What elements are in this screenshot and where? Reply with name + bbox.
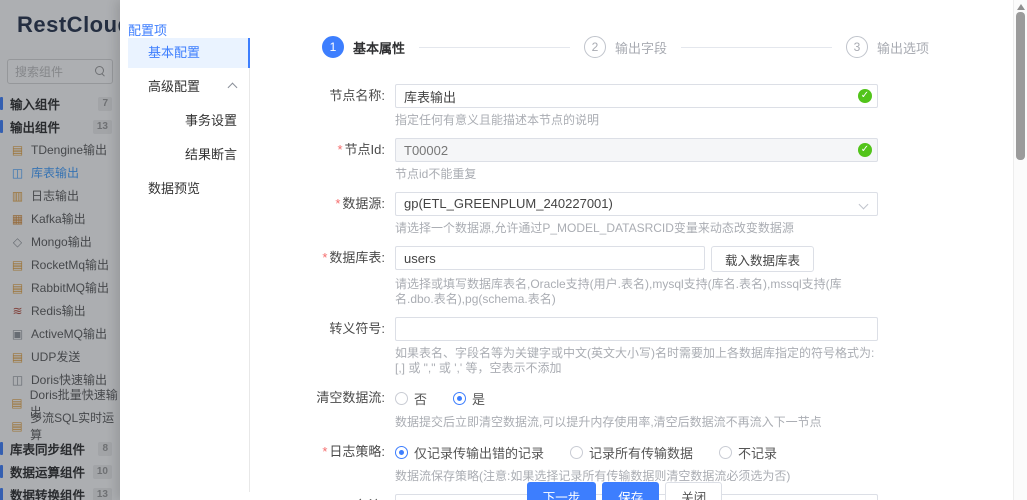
step-connector xyxy=(419,46,570,48)
datasource-help: 请选择一个数据源,允许通过P_MODEL_DATASRCID变量来动态改变数据源 xyxy=(395,221,794,235)
clear-stream-help: 数据提交后立即清空数据流,可以提升内存使用率,清空后数据流不再流入下一节点 xyxy=(395,415,822,429)
nav-item-advanced-config[interactable]: 高级配置 xyxy=(128,72,250,102)
form-row-node-id: *节点Id: ✓ 节点id不能重复 xyxy=(250,138,878,192)
next-step-button[interactable]: 下一步 xyxy=(526,482,597,500)
close-button[interactable]: 关闭 xyxy=(665,482,723,500)
valid-check-icon: ✓ xyxy=(858,89,872,103)
log-policy-option-all[interactable]: 记录所有传输数据 xyxy=(570,443,693,462)
escape-input[interactable] xyxy=(395,317,878,341)
form-row-node-name: 节点名称: ✓ 指定任何有意义且能描述本节点的说明 xyxy=(250,84,878,138)
escape-label: 转义符号: xyxy=(329,321,385,336)
node-config-panel: 配置项 基本配置 高级配置 事务设置 结果断言 数据预览 1 基本属性 2 输出… xyxy=(120,0,1013,500)
node-id-label: * 节点Id: xyxy=(337,142,385,157)
required-mark: * xyxy=(337,142,343,157)
node-id-input xyxy=(395,138,878,162)
required-mark: * xyxy=(322,444,328,459)
nav-item-data-preview[interactable]: 数据预览 xyxy=(128,174,250,204)
datasource-label: * 数据源: xyxy=(335,196,385,211)
required-mark: * xyxy=(335,196,341,211)
scroll-up-arrow-icon[interactable] xyxy=(1016,4,1025,10)
db-table-input[interactable] xyxy=(395,246,705,270)
form-actions: 下一步 保存 关闭 xyxy=(250,482,999,500)
node-name-help: 指定任何有意义且能描述本节点的说明 xyxy=(395,113,600,127)
step-basic-attrs[interactable]: 1 基本属性 xyxy=(322,36,405,58)
page-scrollbar[interactable] xyxy=(1013,0,1027,500)
nav-item-result-assert[interactable]: 结果断言 xyxy=(128,140,250,170)
radio-checked-icon[interactable] xyxy=(453,391,467,405)
node-name-label: 节点名称: xyxy=(329,88,385,103)
form-row-db-table: *数据库表: 载入数据库表 请选择或填写数据库表名,Oracle支持(用户.表名… xyxy=(250,246,878,317)
step-connector xyxy=(681,46,832,48)
step-number: 1 xyxy=(322,36,344,58)
step-number: 2 xyxy=(584,36,606,58)
chevron-down-icon xyxy=(858,199,869,210)
basic-config-form: 节点名称: ✓ 指定任何有意义且能描述本节点的说明 *节点Id: ✓ 节点id不… xyxy=(250,84,878,500)
log-policy-option-errors-only[interactable]: 仅记录传输出错的记录 xyxy=(395,443,544,462)
form-row-clear-stream: 清空数据流: 否 是 数据提交后立即清空数据流,可以提升内存使用率,清空后数据流… xyxy=(250,386,878,440)
step-output-options[interactable]: 3 输出选项 xyxy=(846,36,929,58)
load-tables-button[interactable]: 载入数据库表 xyxy=(711,246,815,272)
nav-item-basic-config[interactable]: 基本配置 xyxy=(128,38,250,68)
valid-check-icon: ✓ xyxy=(858,143,872,157)
config-nav: 基本配置 高级配置 事务设置 结果断言 数据预览 xyxy=(128,38,250,208)
radio-icon[interactable] xyxy=(395,391,408,405)
nav-item-transaction-settings[interactable]: 事务设置 xyxy=(128,106,250,136)
modal-overlay xyxy=(0,0,120,500)
step-output-fields[interactable]: 2 输出字段 xyxy=(584,36,667,58)
save-button[interactable]: 保存 xyxy=(602,482,660,500)
radio-icon[interactable] xyxy=(719,445,733,459)
step-wizard: 1 基本属性 2 输出字段 3 输出选项 xyxy=(322,36,929,58)
config-main: 1 基本属性 2 输出字段 3 输出选项 节点名称: ✓ 指定任何有意义且能描述… xyxy=(250,0,999,500)
form-row-datasource: * 数据源: gp(ETL_GREENPLUM_240227001) 请选择一个数… xyxy=(250,192,878,246)
form-row-escape: 转义符号: 如果表名、字段名等为关键字或中文(英文大小写)名时需要加上各数据库指… xyxy=(250,317,878,386)
clear-stream-option-yes[interactable]: 是 xyxy=(453,389,485,408)
node-name-input[interactable] xyxy=(395,84,878,108)
radio-checked-icon[interactable] xyxy=(395,445,408,459)
datasource-select[interactable]: gp(ETL_GREENPLUM_240227001) xyxy=(395,192,878,216)
scrollbar-thumb[interactable] xyxy=(1016,12,1025,160)
clear-stream-label: 清空数据流: xyxy=(316,390,385,405)
required-mark: * xyxy=(322,250,328,265)
db-table-label: * 数据库表: xyxy=(322,250,385,265)
clear-stream-option-no[interactable]: 否 xyxy=(395,389,427,408)
db-table-help: 请选择或填写数据库表名,Oracle支持(用户.表名),mysql支持(库名.表… xyxy=(395,277,842,306)
step-number: 3 xyxy=(846,36,868,58)
radio-icon[interactable] xyxy=(570,445,584,459)
escape-help: 如果表名、字段名等为关键字或中文(英文大小写)名时需要加上各数据库指定的符号格式… xyxy=(395,346,875,375)
collapse-caret-icon[interactable] xyxy=(227,82,238,93)
panel-title: 配置项 xyxy=(128,23,168,38)
log-policy-option-none[interactable]: 不记录 xyxy=(719,443,777,462)
node-id-help: 节点id不能重复 xyxy=(395,167,477,181)
